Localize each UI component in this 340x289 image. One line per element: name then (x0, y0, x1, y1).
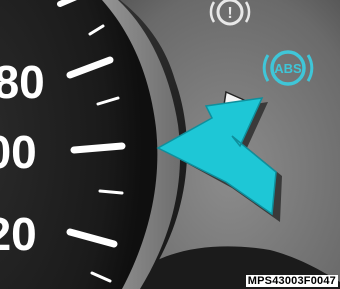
figure-code: MPS43003F0047 (245, 275, 338, 287)
svg-text:!: ! (227, 5, 232, 22)
instrument-cluster-figure: 180 200 220 ! ABS MPS43003F0047 (0, 0, 340, 289)
scale-label-220: 220 (0, 208, 37, 260)
scale-label-180: 180 (0, 56, 45, 108)
cluster-illustration: 180 200 220 ! ABS (0, 0, 340, 289)
abs-label: ABS (274, 61, 302, 76)
scale-label-200: 200 (0, 126, 37, 178)
